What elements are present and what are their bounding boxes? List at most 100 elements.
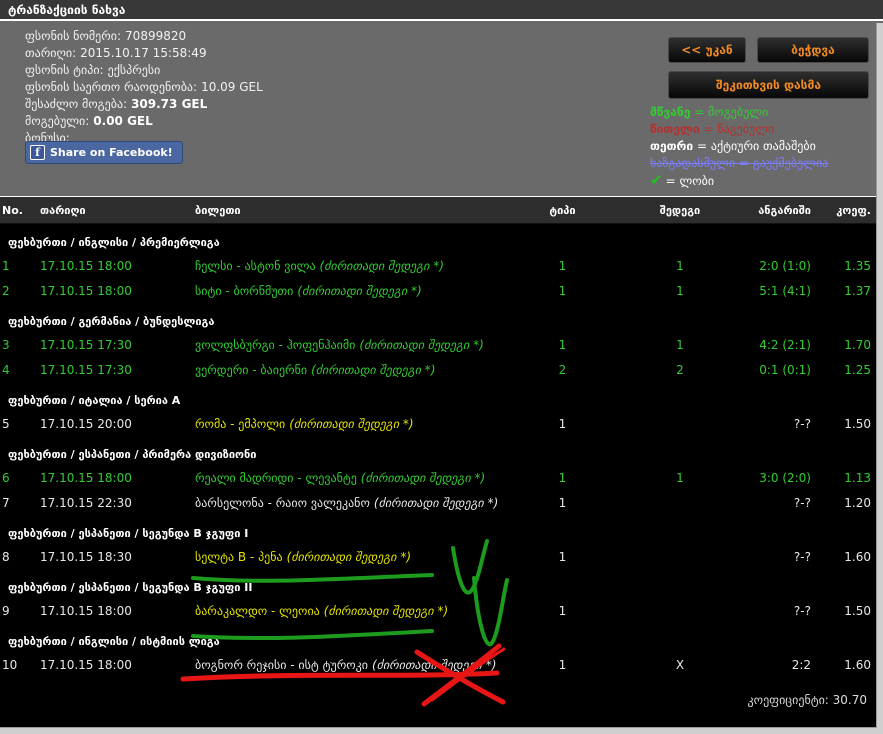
cell-result: 2 xyxy=(615,363,745,377)
bet-row: 4 17.10.15 17:30 ვერდერი - ბაიერნი(ძირით… xyxy=(0,357,877,382)
cell-coef: 1.25 xyxy=(811,363,877,377)
facebook-icon: f xyxy=(30,145,45,160)
cell-tip: 1 xyxy=(510,259,615,273)
cell-no: 6 xyxy=(0,471,36,485)
won-amount-label: მოგებული: xyxy=(25,114,89,128)
bet-number-label: ფსონის ნომერი: xyxy=(25,29,121,43)
cell-coef: 1.50 xyxy=(811,604,877,618)
bet-row: 3 17.10.15 17:30 ვოლფსბურგი - ჰოფენჰაიმი… xyxy=(0,332,877,357)
bet-type: ფსონის ტიპი:ექსპრესი xyxy=(25,62,263,79)
bet-amount: ფსონის საერთო რაოდენობა:10.09 GEL xyxy=(25,79,263,96)
cell-tip: 1 xyxy=(510,604,615,618)
bet-date: თარიღი:2015.10.17 15:58:49 xyxy=(25,45,263,62)
cell-score: 0:1 (0:1) xyxy=(745,363,811,377)
league-header: ფეხბურთი / გერმანია / ბუნდესლიგა xyxy=(0,303,877,332)
legend-item-lost: წითელი = წაგებული xyxy=(650,121,828,138)
cell-ticket: ბარსელონა - რაიო ვალეკანო(ძირითადი შედეგ… xyxy=(190,496,510,510)
horizontal-scrollbar[interactable] xyxy=(0,727,877,734)
cell-coef: 1.60 xyxy=(811,550,877,564)
cell-no: 8 xyxy=(0,550,36,564)
cell-score: 5:1 (4:1) xyxy=(745,284,811,298)
back-button[interactable]: << უკან xyxy=(668,37,746,63)
bet-row: 9 17.10.15 18:00 ბარაკალდო - ლეოია(ძირით… xyxy=(0,598,877,623)
vertical-scrollbar[interactable] xyxy=(876,23,883,734)
bet-row: 1 17.10.15 18:00 ჩელსი - ასტონ ვილა(ძირი… xyxy=(0,253,877,278)
cell-coef: 1.20 xyxy=(811,496,877,510)
cell-ticket: ვერდერი - ბაიერნი(ძირითადი შედეგი *) xyxy=(190,363,510,377)
cell-date: 17.10.15 17:30 xyxy=(36,363,190,377)
league-header: ფეხბურთი / ესპანეთი / სეგუნდა B ჯგუფი I xyxy=(0,515,877,544)
cell-tip: 2 xyxy=(510,363,615,377)
league-header: ფეხბურთი / ესპანეთი / პრიმერა დივიზიონი xyxy=(0,436,877,465)
cell-no: 3 xyxy=(0,338,36,352)
possible-win-label: შესაძლო მოგება: xyxy=(25,97,127,111)
cell-score: ?-? xyxy=(745,550,811,564)
page-title: ტრანზაქციის ნახვა xyxy=(0,0,883,21)
bet-row: 2 17.10.15 18:00 სიტი - ბორნმუთი(ძირითად… xyxy=(0,278,877,303)
cell-score: ?-? xyxy=(745,604,811,618)
table-header-row: No. თარიღი ბილეთი ტიპი შედეგი ანგარიში კ… xyxy=(0,197,877,224)
share-facebook-button[interactable]: f Share on Facebook! xyxy=(25,141,183,164)
cell-result: 1 xyxy=(615,338,745,352)
bet-row: 6 17.10.15 18:00 რეალი მადრიდი - ლევანტე… xyxy=(0,465,877,490)
cell-score: ?-? xyxy=(745,496,811,510)
bet-amount-value: 10.09 GEL xyxy=(201,80,263,94)
cell-coef: 1.50 xyxy=(811,417,877,431)
league-group: ფეხბურთი / ესპანეთი / სეგუნდა B ჯგუფი I … xyxy=(0,515,877,569)
bet-row: 7 17.10.15 22:30 ბარსელონა - რაიო ვალეკა… xyxy=(0,490,877,515)
bet-date-label: თარიღი: xyxy=(25,46,76,60)
cell-no: 7 xyxy=(0,496,36,510)
won-amount-value: 0.00 GEL xyxy=(93,114,152,128)
cell-ticket: ვოლფსბურგი - ჰოფენჰაიმი(ძირითადი შედეგი … xyxy=(190,338,510,352)
cell-no: 5 xyxy=(0,417,36,431)
league-group: ფეხბურთი / ინგლისი / ისტმიის ლიგა 10 17.… xyxy=(0,623,877,677)
cell-result: 1 xyxy=(615,284,745,298)
checkmark-icon: ✔ xyxy=(650,171,663,189)
cell-no: 2 xyxy=(0,284,36,298)
print-button[interactable]: ბეჭდვა xyxy=(757,37,869,63)
cell-ticket: რეალი მადრიდი - ლევანტე(ძირითადი შედეგი … xyxy=(190,471,510,485)
cell-ticket: სელტა B - პენა(ძირითადი შედეგი *) xyxy=(190,550,510,564)
cell-no: 1 xyxy=(0,259,36,273)
cell-coef: 1.60 xyxy=(811,658,877,672)
column-header-tip: ტიპი xyxy=(510,204,615,217)
column-header-no: No. xyxy=(0,204,36,217)
cell-ticket: რომა - ემპოლი(ძირითადი შედეგი *) xyxy=(190,417,510,431)
cell-tip: 1 xyxy=(510,338,615,352)
league-group: ფეხბურთი / გერმანია / ბუნდესლიგა 3 17.10… xyxy=(0,303,877,382)
cell-ticket: ჩელსი - ასტონ ვილა(ძირითადი შედეგი *) xyxy=(190,259,510,273)
legend-item-cancelled: ხაზგადასმული = გაუქმებულია xyxy=(650,155,828,172)
share-facebook-label: Share on Facebook! xyxy=(50,146,173,159)
league-group: ფეხბურთი / ინგლისი / პრემიერლიგა 1 17.10… xyxy=(0,224,877,303)
league-header: ფეხბურთი / ინგლისი / ისტმიის ლიგა xyxy=(0,623,877,652)
bet-row: 5 17.10.15 20:00 რომა - ემპოლი(ძირითადი … xyxy=(0,411,877,436)
cell-tip: 1 xyxy=(510,417,615,431)
ask-question-button[interactable]: შეკითხვის დასმა xyxy=(668,71,869,99)
column-header-result: შედეგი xyxy=(615,204,745,217)
cell-coef: 1.13 xyxy=(811,471,877,485)
cell-score: 3:0 (2:0) xyxy=(745,471,811,485)
column-header-score: ანგარიში xyxy=(745,204,811,217)
league-header: ფეხბურთი / ესპანეთი / სეგუნდა B ჯგუფი II xyxy=(0,569,877,598)
cell-no: 10 xyxy=(0,658,36,672)
cell-date: 17.10.15 18:00 xyxy=(36,471,190,485)
won-amount: მოგებული: 0.00 GEL xyxy=(25,113,263,130)
cell-no: 9 xyxy=(0,604,36,618)
cell-tip: 1 xyxy=(510,550,615,564)
league-group: ფეხბურთი / ესპანეთი / პრიმერა დივიზიონი … xyxy=(0,436,877,515)
cell-date: 17.10.15 18:00 xyxy=(36,259,190,273)
legend-item-won: მწვანე = მოგებული xyxy=(650,104,828,121)
possible-win: შესაძლო მოგება:309.73 GEL xyxy=(25,96,263,113)
cell-date: 17.10.15 18:00 xyxy=(36,284,190,298)
cell-result: 1 xyxy=(615,259,745,273)
cell-ticket: ბარაკალდო - ლეოია(ძირითადი შედეგი *) xyxy=(190,604,510,618)
column-header-ticket: ბილეთი xyxy=(190,204,510,217)
cell-date: 17.10.15 18:00 xyxy=(36,604,190,618)
cell-tip: 1 xyxy=(510,658,615,672)
cell-coef: 1.35 xyxy=(811,259,877,273)
cell-date: 17.10.15 18:00 xyxy=(36,658,190,672)
cell-score: 2:2 xyxy=(745,658,811,672)
cell-date: 17.10.15 18:30 xyxy=(36,550,190,564)
legend-item-lobby: ✔= ლობი xyxy=(650,172,828,189)
bet-row: 8 17.10.15 18:30 სელტა B - პენა(ძირითადი… xyxy=(0,544,877,569)
